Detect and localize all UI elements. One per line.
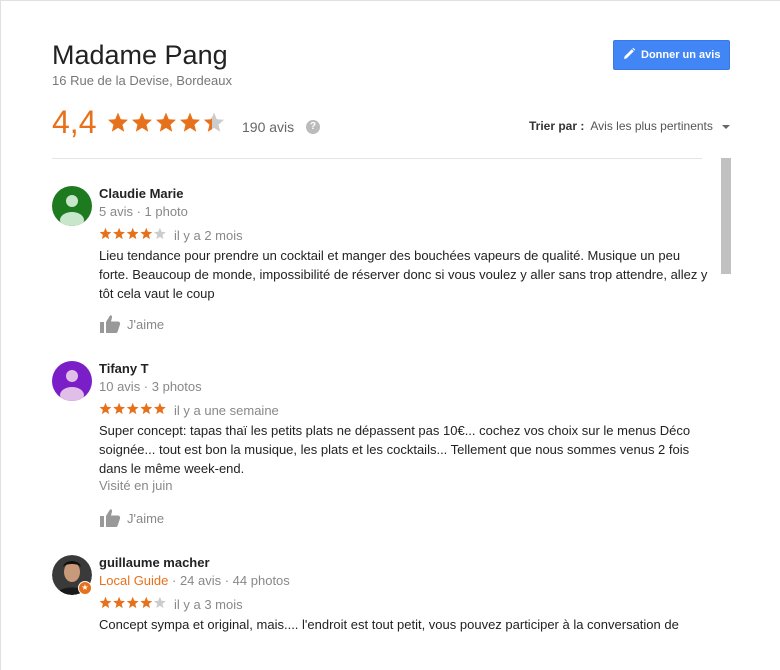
thumbs-up-icon — [100, 315, 121, 333]
star-filled-icon — [99, 402, 112, 415]
write-review-button[interactable]: Donner un avis — [613, 40, 730, 70]
reviewer-meta: 10 avis · 3 photos — [99, 379, 202, 394]
pencil-icon — [622, 47, 641, 64]
reviewer-meta: Local Guide · 24 avis · 44 photos — [99, 573, 290, 588]
scrollbar-thumb[interactable] — [721, 158, 731, 274]
star-filled-icon — [99, 227, 112, 240]
star-filled-icon — [126, 596, 139, 609]
star-icon — [132, 112, 152, 132]
review-card: Tifany T 10 avis · 3 photos il y a une s… — [52, 361, 712, 531]
review-stars — [99, 227, 166, 240]
local-guide-label[interactable]: Local Guide — [99, 573, 168, 588]
local-guide-badge-icon: ★ — [78, 581, 92, 595]
avatar[interactable] — [52, 361, 92, 401]
like-button[interactable]: J'aime — [99, 314, 164, 334]
star-filled-icon — [126, 227, 139, 240]
half-star-icon — [204, 112, 224, 132]
place-address: 16 Rue de la Devise, Bordeaux — [52, 73, 232, 88]
review-text: Lieu tendance pour prendre un cocktail e… — [99, 248, 708, 301]
divider — [52, 158, 702, 159]
review-card: Claudie Marie 5 avis · 1 photo il y a 2 … — [52, 186, 712, 336]
review-time: il y a 3 mois — [174, 597, 243, 612]
avatar[interactable] — [52, 186, 92, 226]
sort-label: Trier par : — [529, 119, 585, 133]
star-filled-icon — [140, 596, 153, 609]
star-empty-icon — [154, 596, 166, 609]
review-time: il y a 2 mois — [174, 228, 243, 243]
place-title: Madame Pang — [52, 40, 228, 70]
star-filled-icon — [113, 402, 125, 415]
review-text: Super concept: tapas thaï les petits pla… — [99, 423, 691, 476]
average-rating-stars — [108, 112, 224, 132]
star-filled-icon — [154, 402, 166, 415]
like-label: J'aime — [127, 510, 165, 526]
write-review-label: Donner un avis — [641, 49, 721, 61]
review-count: 190 avis — [242, 119, 295, 135]
reviewer-meta: 5 avis · 1 photo — [99, 204, 188, 219]
help-icon[interactable]: ? — [306, 120, 320, 134]
like-button[interactable]: J'aime — [99, 508, 164, 528]
reviewer-name[interactable]: Tifany T — [99, 361, 149, 376]
reviewer-name[interactable]: guillaume macher — [99, 555, 210, 570]
visited-date: Visité en juin — [99, 478, 173, 493]
review-text: Concept sympa et original, mais.... l'en… — [99, 617, 679, 632]
star-filled-icon — [126, 402, 139, 415]
star-empty-icon — [154, 227, 166, 240]
chevron-down-icon — [722, 124, 731, 129]
star-icon — [108, 112, 128, 132]
star-filled-icon — [140, 402, 153, 415]
review-card: ★ guillaume macher Local Guide · 24 avis… — [52, 555, 712, 655]
review-stars — [99, 596, 166, 609]
star-filled-icon — [140, 227, 153, 240]
star-icon — [180, 112, 200, 132]
star-filled-icon — [113, 227, 125, 240]
sort-dropdown[interactable]: Trier par : Avis les plus pertinents — [529, 119, 731, 133]
sort-value: Avis les plus pertinents — [590, 119, 713, 133]
review-stars — [99, 402, 166, 415]
star-filled-icon — [99, 596, 112, 609]
star-icon — [156, 112, 176, 132]
average-rating: 4,4 — [52, 104, 97, 140]
star-filled-icon — [113, 596, 125, 609]
review-time: il y a une semaine — [174, 403, 279, 418]
reviewer-name[interactable]: Claudie Marie — [99, 186, 184, 201]
like-label: J'aime — [127, 316, 165, 332]
avatar[interactable]: ★ — [52, 555, 92, 595]
thumbs-up-icon — [100, 509, 121, 527]
reviewer-meta-counts: · 24 avis · 44 photos — [168, 573, 290, 588]
